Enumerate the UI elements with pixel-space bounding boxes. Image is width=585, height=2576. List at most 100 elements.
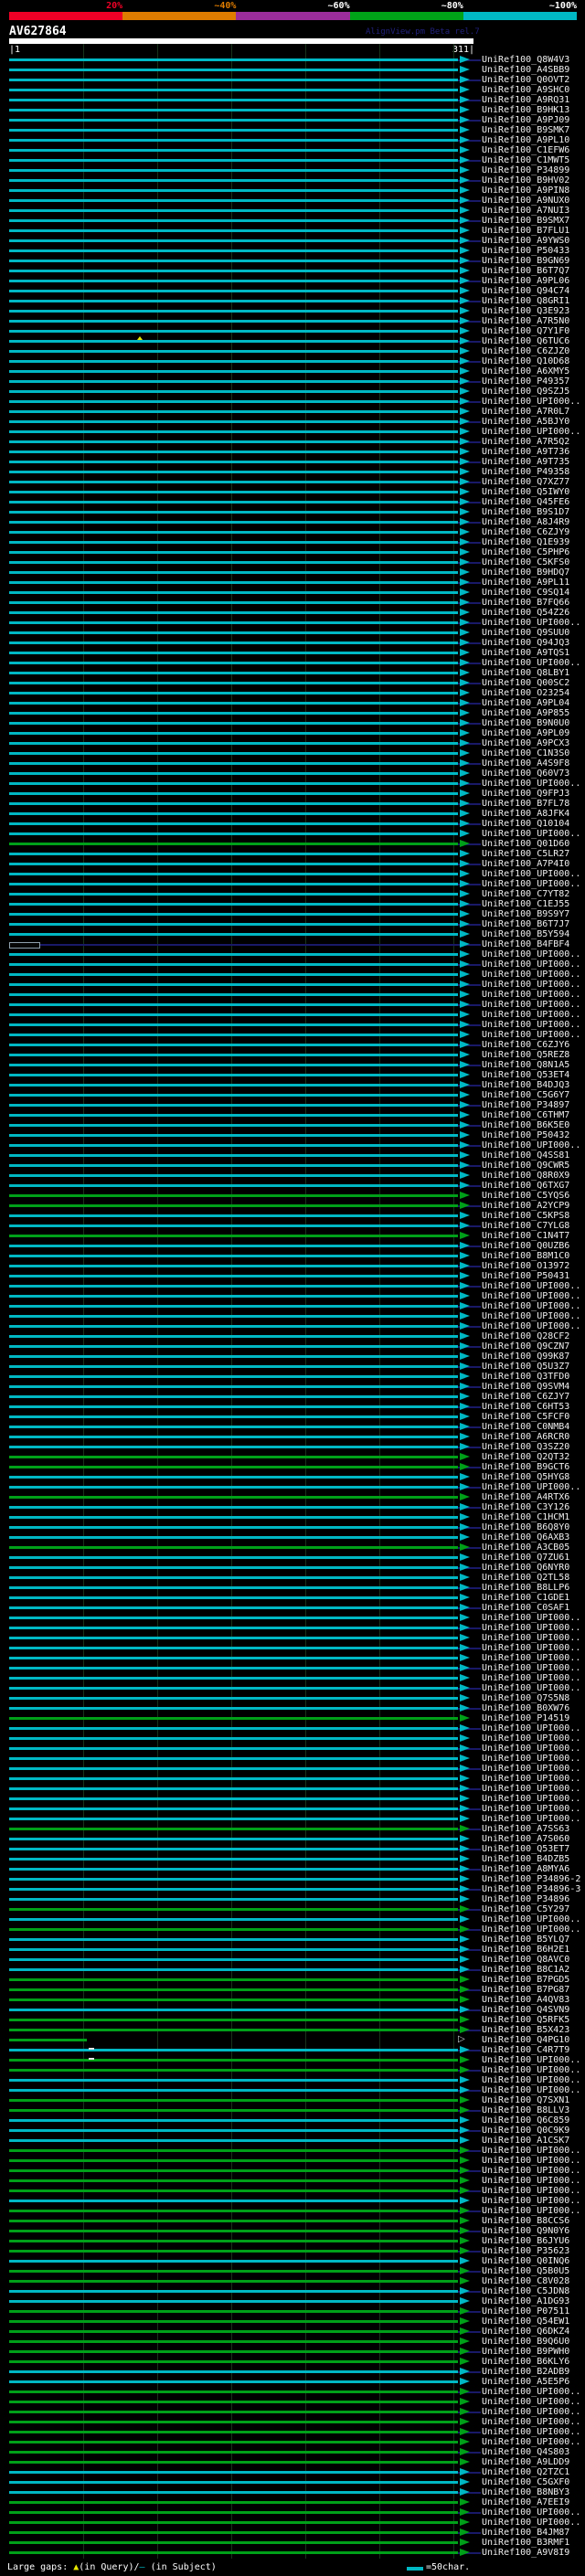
subject-id-label[interactable]: UniRef100_UPI000.. xyxy=(482,1754,580,1764)
subject-id-label[interactable]: UniRef100_A9PL09 xyxy=(482,729,569,738)
subject-id-label[interactable]: UniRef100_UPI000.. xyxy=(482,2177,580,2186)
subject-id-label[interactable]: UniRef100_A7S060 xyxy=(482,1835,569,1844)
alignment-row[interactable]: UniRef100_Q3TFD0 xyxy=(0,1372,585,1382)
alignment-row[interactable]: UniRef100_C6ZJY9 xyxy=(0,527,585,537)
subject-id-label[interactable]: UniRef100_Q2QT32 xyxy=(482,1453,569,1462)
alignment-row[interactable]: UniRef100_C5LR27 xyxy=(0,849,585,859)
alignment-row[interactable]: UniRef100_C0NMB4 xyxy=(0,1422,585,1432)
alignment-row[interactable]: UniRef100_UPI000.. xyxy=(0,2085,585,2095)
alignment-row[interactable]: UniRef100_C1EFW6 xyxy=(0,145,585,155)
subject-id-label[interactable]: UniRef100_Q45FE6 xyxy=(482,498,569,507)
subject-id-label[interactable]: UniRef100_Q6NYR0 xyxy=(482,1564,569,1573)
subject-id-label[interactable]: UniRef100_P14519 xyxy=(482,1714,569,1723)
subject-id-label[interactable]: UniRef100_B6KLY6 xyxy=(482,2358,569,2367)
subject-id-label[interactable]: UniRef100_A9TQS1 xyxy=(482,649,569,658)
alignment-row[interactable]: UniRef100_A9TQS1 xyxy=(0,648,585,658)
subject-id-label[interactable]: UniRef100_P07511 xyxy=(482,2307,569,2316)
alignment-row[interactable]: UniRef100_UPI000.. xyxy=(0,2186,585,2196)
alignment-row[interactable]: UniRef100_UPI000.. xyxy=(0,2427,585,2437)
subject-id-label[interactable]: UniRef100_UPI000.. xyxy=(482,2197,580,2206)
subject-id-label[interactable]: UniRef100_UPI000.. xyxy=(482,2076,580,2085)
alignment-row[interactable]: UniRef100_B9Q6U0 xyxy=(0,2337,585,2347)
alignment-row[interactable]: UniRef100_A5BJY0 xyxy=(0,417,585,427)
subject-id-label[interactable]: UniRef100_UPI000.. xyxy=(482,1915,580,1924)
alignment-row[interactable]: UniRef100_C0SAF1 xyxy=(0,1603,585,1613)
subject-id-label[interactable]: UniRef100_P49358 xyxy=(482,468,569,477)
subject-id-label[interactable]: UniRef100_C5FCF0 xyxy=(482,1413,569,1422)
alignment-row[interactable]: UniRef100_A4QV83 xyxy=(0,1995,585,2005)
alignment-row[interactable]: UniRef100_A9PL04 xyxy=(0,698,585,708)
alignment-row[interactable]: UniRef100_C4R7T9 xyxy=(0,2045,585,2055)
subject-id-label[interactable]: UniRef100_C5LR27 xyxy=(482,850,569,859)
subject-id-label[interactable]: UniRef100_B8C1A2 xyxy=(482,1966,569,1975)
subject-id-label[interactable]: UniRef100_UPI000.. xyxy=(482,2147,580,2156)
subject-id-label[interactable]: UniRef100_A9SHC0 xyxy=(482,86,569,95)
alignment-row[interactable]: UniRef100_O23254 xyxy=(0,688,585,698)
subject-id-label[interactable]: UniRef100_UPI000.. xyxy=(482,1312,580,1321)
alignment-row[interactable]: UniRef100_A7R0L7 xyxy=(0,407,585,417)
alignment-row[interactable]: UniRef100_Q8GRI1 xyxy=(0,296,585,306)
alignment-row[interactable]: UniRef100_B7FLU1 xyxy=(0,226,585,236)
subject-id-label[interactable]: UniRef100_Q0C9K9 xyxy=(482,2126,569,2136)
subject-id-label[interactable]: UniRef100_Q8W4V3 xyxy=(482,56,569,65)
subject-id-label[interactable]: UniRef100_Q5RFK5 xyxy=(482,2016,569,2025)
alignment-row[interactable]: UniRef100_A4SBB9 xyxy=(0,65,585,75)
alignment-row[interactable]: UniRef100_Q10D68 xyxy=(0,356,585,366)
alignment-row[interactable]: UniRef100_C5PHP6 xyxy=(0,547,585,557)
subject-id-label[interactable]: UniRef100_C8V028 xyxy=(482,2277,569,2286)
alignment-row[interactable]: UniRef100_Q4SVN9 xyxy=(0,2005,585,2015)
subject-id-label[interactable]: UniRef100_A7P4I0 xyxy=(482,860,569,869)
subject-id-label[interactable]: UniRef100_O23254 xyxy=(482,689,569,698)
subject-id-label[interactable]: UniRef100_A2YCP9 xyxy=(482,1202,569,1211)
subject-id-label[interactable]: UniRef100_Q2TL58 xyxy=(482,1574,569,1583)
alignment-row[interactable]: UniRef100_B4FBF4 xyxy=(0,939,585,949)
subject-id-label[interactable]: UniRef100_C6ZJY9 xyxy=(482,528,569,537)
alignment-row[interactable]: UniRef100_UPI000.. xyxy=(0,970,585,980)
subject-id-label[interactable]: UniRef100_Q2TZC1 xyxy=(482,2468,569,2477)
subject-id-label[interactable]: UniRef100_C6ZJY6 xyxy=(482,1041,569,1050)
subject-id-label[interactable]: UniRef100_Q3TFD0 xyxy=(482,1373,569,1382)
alignment-row[interactable]: UniRef100_P50432 xyxy=(0,1130,585,1140)
subject-id-label[interactable]: UniRef100_UPI000.. xyxy=(482,1282,580,1291)
subject-id-label[interactable]: UniRef100_UPI000.. xyxy=(482,2086,580,2095)
alignment-row[interactable]: UniRef100_A6XMY5 xyxy=(0,366,585,376)
subject-id-label[interactable]: UniRef100_UPI000.. xyxy=(482,1815,580,1824)
subject-id-label[interactable]: UniRef100_Q6DKZ4 xyxy=(482,2327,569,2337)
alignment-row[interactable]: UniRef100_B9SMK7 xyxy=(0,125,585,135)
alignment-row[interactable]: UniRef100_A4RTX6 xyxy=(0,1492,585,1502)
subject-id-label[interactable]: UniRef100_UPI000.. xyxy=(482,1795,580,1804)
alignment-row[interactable]: UniRef100_Q6C859 xyxy=(0,2115,585,2125)
subject-id-label[interactable]: UniRef100_UPI000.. xyxy=(482,1775,580,1784)
subject-id-label[interactable]: UniRef100_Q94JQ3 xyxy=(482,639,569,648)
subject-id-label[interactable]: UniRef100_C5YQS6 xyxy=(482,1192,569,1201)
subject-id-label[interactable]: UniRef100_UPI000.. xyxy=(482,970,580,980)
subject-id-label[interactable]: UniRef100_Q0OVT2 xyxy=(482,76,569,85)
alignment-row[interactable]: UniRef100_C6ZJZ0 xyxy=(0,346,585,356)
alignment-row[interactable]: UniRef100_Q1E939 xyxy=(0,537,585,547)
subject-id-label[interactable]: UniRef100_A7EEI9 xyxy=(482,2498,569,2507)
subject-id-label[interactable]: UniRef100_Q54EW1 xyxy=(482,2317,569,2327)
alignment-row[interactable]: UniRef100_UPI000.. xyxy=(0,2397,585,2407)
alignment-row[interactable]: UniRef100_UPI000.. xyxy=(0,1774,585,1784)
alignment-row[interactable]: UniRef100_B5X423 xyxy=(0,2025,585,2035)
subject-id-label[interactable]: UniRef100_P50431 xyxy=(482,1272,569,1281)
alignment-row[interactable]: UniRef100_B9GN69 xyxy=(0,256,585,266)
alignment-row[interactable]: UniRef100_A7EEI9 xyxy=(0,2497,585,2507)
subject-id-label[interactable]: UniRef100_A4SBB9 xyxy=(482,66,569,75)
alignment-row[interactable]: UniRef100_Q94JQ3 xyxy=(0,638,585,648)
alignment-row[interactable]: UniRef100_A1CSK7 xyxy=(0,2136,585,2146)
alignment-row[interactable]: UniRef100_A9V8I9 xyxy=(0,2548,585,2558)
alignment-row[interactable]: UniRef100_C5G6Y7 xyxy=(0,1090,585,1100)
subject-id-label[interactable]: UniRef100_Q10104 xyxy=(482,820,569,829)
alignment-row[interactable]: UniRef100_B9HK13 xyxy=(0,105,585,115)
alignment-row[interactable]: UniRef100_UPI000.. xyxy=(0,2417,585,2427)
alignment-row[interactable]: UniRef100_Q5RFK5 xyxy=(0,2015,585,2025)
alignment-row[interactable]: UniRef100_B5YLQ7 xyxy=(0,1935,585,1945)
subject-id-label[interactable]: UniRef100_UPI000.. xyxy=(482,2508,580,2518)
alignment-row[interactable]: UniRef100_UPI000.. xyxy=(0,1673,585,1683)
subject-id-label[interactable]: UniRef100_UPI000.. xyxy=(482,950,580,959)
alignment-row[interactable]: UniRef100_UPI000.. xyxy=(0,1764,585,1774)
subject-id-label[interactable]: UniRef100_A9YWS0 xyxy=(482,237,569,246)
subject-id-label[interactable]: UniRef100_C6THM7 xyxy=(482,1111,569,1120)
alignment-row[interactable]: UniRef100_Q9N0Y6 xyxy=(0,2226,585,2236)
